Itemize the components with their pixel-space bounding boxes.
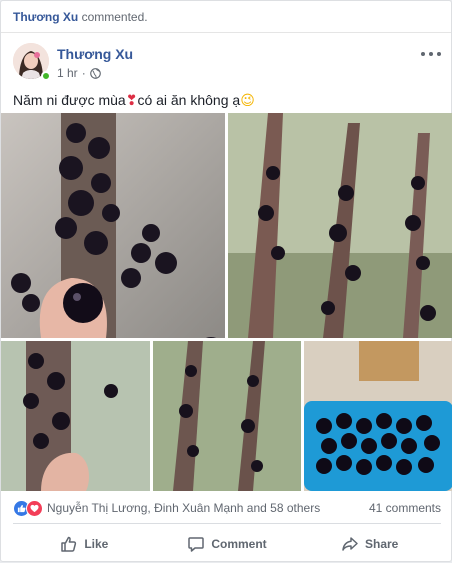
post-text-part2: có ai ăn không ạ (137, 92, 241, 108)
comment-label: Comment (211, 536, 267, 551)
story-actor-link[interactable]: Thương Xu (13, 10, 78, 24)
story-action-text: commented. (81, 10, 148, 24)
globe-icon[interactable] (89, 67, 101, 79)
post-text-part1: Năm ni được mùa (13, 92, 126, 108)
like-label: Like (84, 536, 109, 551)
action-bar: Like Comment Share (13, 523, 441, 563)
love-reaction-icon (26, 499, 43, 517)
post-timestamp[interactable]: 1 hr (57, 66, 78, 80)
post-card: Thương Xu commented. Thương Xu 1 hr · Nă… (0, 0, 452, 562)
thumbs-up-icon (61, 536, 77, 552)
online-status-dot (41, 71, 51, 81)
like-button[interactable]: Like (13, 524, 156, 563)
post-author-name[interactable]: Thương Xu (57, 46, 133, 62)
more-dot-icon (429, 52, 433, 56)
share-button[interactable]: Share (298, 524, 441, 563)
reaction-icons[interactable] (13, 499, 43, 517)
meta-separator: · (81, 66, 86, 80)
comments-count[interactable]: 41 comments (369, 501, 441, 515)
reaction-names[interactable]: Nguyễn Thị Lương, Đinh Xuân Mạnh and 58 … (47, 501, 320, 515)
photo-grid (1, 113, 452, 491)
post-options-button[interactable] (421, 47, 441, 61)
photo-1[interactable] (1, 113, 225, 338)
post-text: Năm ni được mùa❣có ai ăn không ạ😉 (1, 91, 451, 115)
comment-bubble-icon (188, 536, 205, 552)
comment-button[interactable]: Comment (156, 524, 299, 563)
post-header: Thương Xu 1 hr · (1, 43, 451, 91)
photo-3[interactable] (1, 341, 150, 491)
photo-5[interactable] (304, 341, 452, 491)
reactions-summary: Nguyễn Thị Lương, Đinh Xuân Mạnh and 58 … (13, 498, 441, 518)
story-header: Thương Xu commented. (1, 1, 451, 33)
photo-4[interactable] (153, 341, 301, 491)
share-arrow-icon (342, 536, 358, 551)
post-meta: 1 hr · (57, 66, 101, 80)
more-dot-icon (421, 52, 425, 56)
photo-2[interactable] (228, 113, 452, 338)
share-label: Share (365, 536, 399, 551)
more-dot-icon (437, 52, 441, 56)
heart-emoji-icon: ❣ (125, 92, 138, 108)
wink-emoji-icon: 😉 (240, 92, 255, 108)
